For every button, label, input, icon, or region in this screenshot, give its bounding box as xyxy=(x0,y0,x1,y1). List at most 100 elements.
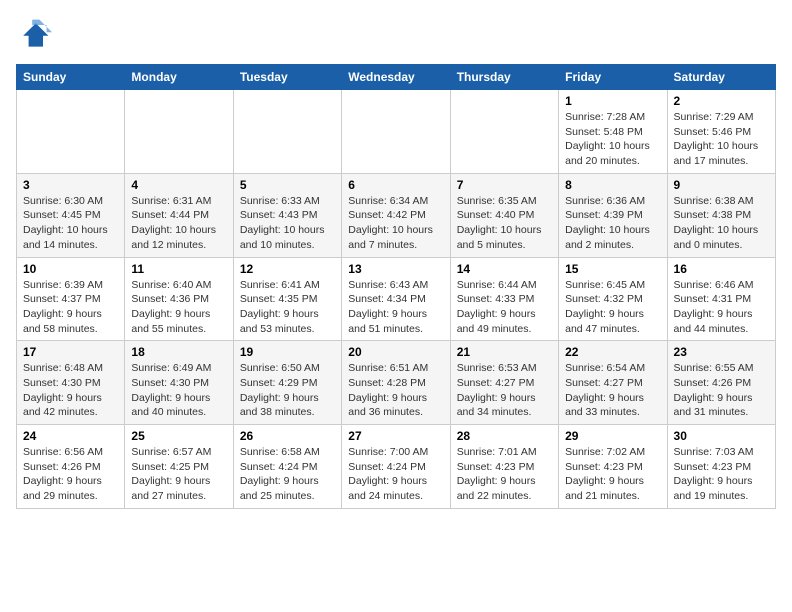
day-number: 1 xyxy=(565,94,660,108)
day-number: 17 xyxy=(23,345,118,359)
day-number: 27 xyxy=(348,429,443,443)
day-info: Sunrise: 6:55 AM Sunset: 4:26 PM Dayligh… xyxy=(674,361,769,420)
day-cell: 4 Sunrise: 6:31 AM Sunset: 4:44 PM Daylig… xyxy=(125,173,233,257)
day-cell: 20Sunrise: 6:51 AM Sunset: 4:28 PM Dayli… xyxy=(342,341,450,425)
day-cell xyxy=(17,90,125,174)
day-cell: 12 Sunrise: 6:41 AM Sunset: 4:35 PM Dayli… xyxy=(233,257,341,341)
day-info: Sunrise: 7:02 AM Sunset: 4:23 PM Dayligh… xyxy=(565,445,660,504)
day-number: 16 xyxy=(674,262,769,276)
col-header-monday: Monday xyxy=(125,65,233,90)
day-cell: 14 Sunrise: 6:44 AM Sunset: 4:33 PM Dayli… xyxy=(450,257,558,341)
day-cell: 6Sunrise: 6:34 AM Sunset: 4:42 PM Daylig… xyxy=(342,173,450,257)
day-info: Sunrise: 7:29 AM Sunset: 5:46 PM Dayligh… xyxy=(674,110,769,169)
day-cell: 15 Sunrise: 6:45 AM Sunset: 4:32 PM Dayli… xyxy=(559,257,667,341)
day-number: 21 xyxy=(457,345,552,359)
day-info: Sunrise: 6:41 AM Sunset: 4:35 PM Dayligh… xyxy=(240,278,335,337)
day-cell: 26 Sunrise: 6:58 AM Sunset: 4:24 PM Dayli… xyxy=(233,425,341,509)
day-cell: 1 Sunrise: 7:28 AM Sunset: 5:48 PM Daylig… xyxy=(559,90,667,174)
day-cell: 29 Sunrise: 7:02 AM Sunset: 4:23 PM Dayli… xyxy=(559,425,667,509)
header-row: SundayMondayTuesdayWednesdayThursdayFrid… xyxy=(17,65,776,90)
day-cell: 10Sunrise: 6:39 AM Sunset: 4:37 PM Dayli… xyxy=(17,257,125,341)
day-number: 18 xyxy=(131,345,226,359)
day-number: 3 xyxy=(23,178,118,192)
day-cell: 23 Sunrise: 6:55 AM Sunset: 4:26 PM Dayli… xyxy=(667,341,775,425)
day-cell: 2 Sunrise: 7:29 AM Sunset: 5:46 PM Daylig… xyxy=(667,90,775,174)
day-cell: 5 Sunrise: 6:33 AM Sunset: 4:43 PM Daylig… xyxy=(233,173,341,257)
day-info: Sunrise: 6:48 AM Sunset: 4:30 PM Dayligh… xyxy=(23,361,118,420)
day-cell: 9 Sunrise: 6:38 AM Sunset: 4:38 PM Daylig… xyxy=(667,173,775,257)
calendar-table: SundayMondayTuesdayWednesdayThursdayFrid… xyxy=(16,64,776,509)
day-cell xyxy=(450,90,558,174)
week-row-2: 3 Sunrise: 6:30 AM Sunset: 4:45 PM Daylig… xyxy=(17,173,776,257)
day-cell xyxy=(125,90,233,174)
day-number: 2 xyxy=(674,94,769,108)
day-cell: 21 Sunrise: 6:53 AM Sunset: 4:27 PM Dayli… xyxy=(450,341,558,425)
week-row-4: 17 Sunrise: 6:48 AM Sunset: 4:30 PM Dayli… xyxy=(17,341,776,425)
day-number: 4 xyxy=(131,178,226,192)
col-header-tuesday: Tuesday xyxy=(233,65,341,90)
day-number: 12 xyxy=(240,262,335,276)
day-info: Sunrise: 6:56 AM Sunset: 4:26 PM Dayligh… xyxy=(23,445,118,504)
day-info: Sunrise: 6:49 AM Sunset: 4:30 PM Dayligh… xyxy=(131,361,226,420)
day-info: Sunrise: 6:54 AM Sunset: 4:27 PM Dayligh… xyxy=(565,361,660,420)
day-number: 15 xyxy=(565,262,660,276)
day-number: 29 xyxy=(565,429,660,443)
header xyxy=(16,16,776,52)
day-number: 28 xyxy=(457,429,552,443)
day-cell: 30 Sunrise: 7:03 AM Sunset: 4:23 PM Dayli… xyxy=(667,425,775,509)
day-number: 14 xyxy=(457,262,552,276)
day-cell: 17 Sunrise: 6:48 AM Sunset: 4:30 PM Dayli… xyxy=(17,341,125,425)
day-info: Sunrise: 6:44 AM Sunset: 4:33 PM Dayligh… xyxy=(457,278,552,337)
day-info: Sunrise: 6:58 AM Sunset: 4:24 PM Dayligh… xyxy=(240,445,335,504)
day-info: Sunrise: 6:57 AM Sunset: 4:25 PM Dayligh… xyxy=(131,445,226,504)
day-cell: 13 Sunrise: 6:43 AM Sunset: 4:34 PM Dayli… xyxy=(342,257,450,341)
day-info: Sunrise: 7:03 AM Sunset: 4:23 PM Dayligh… xyxy=(674,445,769,504)
col-header-friday: Friday xyxy=(559,65,667,90)
day-info: Sunrise: 6:36 AM Sunset: 4:39 PM Dayligh… xyxy=(565,194,660,253)
day-cell: 8 Sunrise: 6:36 AM Sunset: 4:39 PM Daylig… xyxy=(559,173,667,257)
day-info: Sunrise: 6:34 AM Sunset: 4:42 PM Dayligh… xyxy=(348,194,443,253)
day-number: 8 xyxy=(565,178,660,192)
day-info: Sunrise: 6:50 AM Sunset: 4:29 PM Dayligh… xyxy=(240,361,335,420)
day-number: 11 xyxy=(131,262,226,276)
day-info: Sunrise: 7:28 AM Sunset: 5:48 PM Dayligh… xyxy=(565,110,660,169)
day-info: Sunrise: 6:30 AM Sunset: 4:45 PM Dayligh… xyxy=(23,194,118,253)
week-row-5: 24 Sunrise: 6:56 AM Sunset: 4:26 PM Dayli… xyxy=(17,425,776,509)
day-cell: 25Sunrise: 6:57 AM Sunset: 4:25 PM Dayli… xyxy=(125,425,233,509)
day-cell: 28Sunrise: 7:01 AM Sunset: 4:23 PM Dayli… xyxy=(450,425,558,509)
col-header-sunday: Sunday xyxy=(17,65,125,90)
day-cell xyxy=(342,90,450,174)
day-cell: 3 Sunrise: 6:30 AM Sunset: 4:45 PM Daylig… xyxy=(17,173,125,257)
day-info: Sunrise: 6:53 AM Sunset: 4:27 PM Dayligh… xyxy=(457,361,552,420)
day-info: Sunrise: 7:00 AM Sunset: 4:24 PM Dayligh… xyxy=(348,445,443,504)
day-number: 22 xyxy=(565,345,660,359)
day-info: Sunrise: 6:39 AM Sunset: 4:37 PM Dayligh… xyxy=(23,278,118,337)
day-number: 7 xyxy=(457,178,552,192)
week-row-3: 10Sunrise: 6:39 AM Sunset: 4:37 PM Dayli… xyxy=(17,257,776,341)
day-info: Sunrise: 6:35 AM Sunset: 4:40 PM Dayligh… xyxy=(457,194,552,253)
day-number: 9 xyxy=(674,178,769,192)
day-number: 24 xyxy=(23,429,118,443)
col-header-thursday: Thursday xyxy=(450,65,558,90)
day-number: 13 xyxy=(348,262,443,276)
day-number: 20 xyxy=(348,345,443,359)
logo xyxy=(16,16,56,52)
day-cell: 7 Sunrise: 6:35 AM Sunset: 4:40 PM Daylig… xyxy=(450,173,558,257)
day-info: Sunrise: 6:43 AM Sunset: 4:34 PM Dayligh… xyxy=(348,278,443,337)
day-info: Sunrise: 6:33 AM Sunset: 4:43 PM Dayligh… xyxy=(240,194,335,253)
day-cell: 18 Sunrise: 6:49 AM Sunset: 4:30 PM Dayli… xyxy=(125,341,233,425)
day-info: Sunrise: 6:31 AM Sunset: 4:44 PM Dayligh… xyxy=(131,194,226,253)
col-header-saturday: Saturday xyxy=(667,65,775,90)
day-info: Sunrise: 6:40 AM Sunset: 4:36 PM Dayligh… xyxy=(131,278,226,337)
day-number: 30 xyxy=(674,429,769,443)
day-info: Sunrise: 6:38 AM Sunset: 4:38 PM Dayligh… xyxy=(674,194,769,253)
day-number: 23 xyxy=(674,345,769,359)
day-cell: 16 Sunrise: 6:46 AM Sunset: 4:31 PM Dayli… xyxy=(667,257,775,341)
day-number: 19 xyxy=(240,345,335,359)
day-cell: 11 Sunrise: 6:40 AM Sunset: 4:36 PM Dayli… xyxy=(125,257,233,341)
day-cell: 24 Sunrise: 6:56 AM Sunset: 4:26 PM Dayli… xyxy=(17,425,125,509)
day-number: 26 xyxy=(240,429,335,443)
day-number: 5 xyxy=(240,178,335,192)
day-info: Sunrise: 6:45 AM Sunset: 4:32 PM Dayligh… xyxy=(565,278,660,337)
day-info: Sunrise: 6:46 AM Sunset: 4:31 PM Dayligh… xyxy=(674,278,769,337)
